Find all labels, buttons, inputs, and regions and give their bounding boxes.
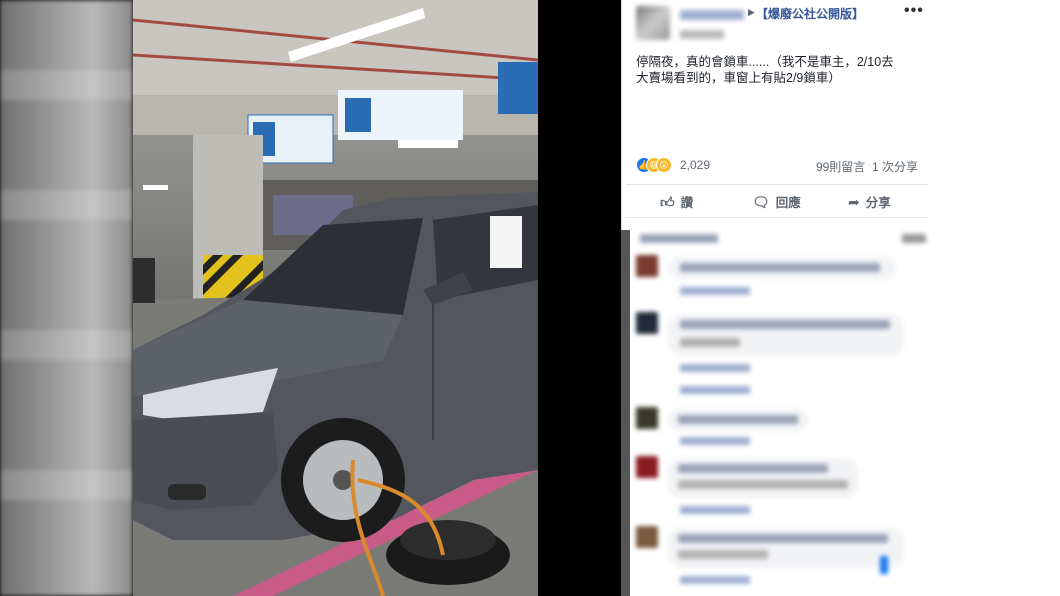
comment-item	[636, 407, 926, 447]
action-bar: 👍︎ 讚 🗨︎ 回應 ➦ 分享	[626, 184, 928, 218]
right-background	[930, 0, 1060, 596]
post-text-line-2: 大賣場看到的，車窗上有貼2/9鎖車）	[636, 71, 841, 85]
comment-count[interactable]: 99則留言	[816, 160, 865, 174]
more-options-icon[interactable]: •••	[904, 2, 924, 20]
comment-share-stats: 99則留言 1 次分享	[816, 158, 918, 175]
reaction-icons[interactable]: 👍 😆 😮	[636, 157, 676, 173]
comment-item	[636, 255, 926, 300]
wow-reaction-icon: 😮	[656, 157, 672, 173]
share-button[interactable]: ➦ 分享	[848, 192, 891, 211]
post-text-line-1: 停隔夜，真的會鎖車......（我不是車主，2/10去	[636, 55, 894, 69]
share-count[interactable]: 1 次分享	[872, 160, 918, 174]
post-body-text: 停隔夜，真的會鎖車......（我不是車主，2/10去 大賣場看到的，車窗上有貼…	[636, 54, 926, 86]
comment-bubble	[668, 458, 858, 498]
comment-bubble	[668, 409, 808, 431]
panel-scroll-edge	[621, 230, 630, 596]
commenter-avatar[interactable]	[636, 255, 658, 277]
commenter-avatar[interactable]	[636, 407, 658, 429]
like-label: 讚	[680, 196, 694, 210]
reaction-count[interactable]: 2,029	[680, 158, 710, 172]
comment-bubble	[668, 528, 904, 568]
comment-meta[interactable]	[680, 437, 750, 445]
comment-item	[636, 456, 926, 516]
comment-meta[interactable]	[680, 576, 750, 584]
post-header: ▶ 【爆廢公社公開版】 •••	[636, 2, 926, 40]
left-blurred-background	[0, 0, 133, 596]
thumbs-up-icon: 👍︎	[660, 194, 675, 210]
share-arrow-icon: ➦	[848, 194, 860, 210]
comment-label: 回應	[775, 196, 801, 210]
comment-bubble	[668, 314, 904, 356]
facebook-post-panel: ▶ 【爆廢公社公開版】 ••• 停隔夜，真的會鎖車......（我不是車主，2/…	[621, 0, 931, 596]
share-label: 分享	[865, 196, 891, 210]
comment-icon: 🗨︎	[752, 194, 770, 210]
author-name-blurred[interactable]	[680, 10, 744, 20]
comment-bubble	[668, 257, 896, 279]
comment-item	[636, 526, 926, 586]
group-name-link[interactable]: 【爆廢公社公開版】	[756, 5, 864, 22]
commenter-avatar[interactable]	[636, 526, 658, 548]
comment-item	[636, 312, 926, 400]
reactions-bar: 👍 😆 😮 2,029 99則留言 1 次分享	[636, 156, 926, 174]
black-divider	[538, 0, 621, 596]
comment-attachment[interactable]	[880, 556, 888, 574]
like-button[interactable]: 👍︎ 讚	[660, 192, 693, 211]
comment-meta[interactable]	[680, 287, 750, 295]
comment-meta[interactable]	[680, 506, 750, 514]
author-avatar[interactable]	[636, 6, 670, 40]
comment-reply-meta[interactable]	[680, 386, 750, 394]
comments-header-blurred	[636, 232, 926, 246]
comment-meta[interactable]	[680, 364, 750, 372]
post-timestamp-blurred[interactable]	[680, 30, 724, 39]
comment-button[interactable]: 🗨︎ 回應	[752, 192, 801, 211]
commenter-avatar[interactable]	[636, 312, 658, 334]
commenter-avatar[interactable]	[636, 456, 658, 478]
play-arrow-icon: ▶	[748, 7, 755, 17]
parking-lot-car-photo	[133, 0, 538, 596]
post-photo[interactable]	[133, 0, 538, 596]
